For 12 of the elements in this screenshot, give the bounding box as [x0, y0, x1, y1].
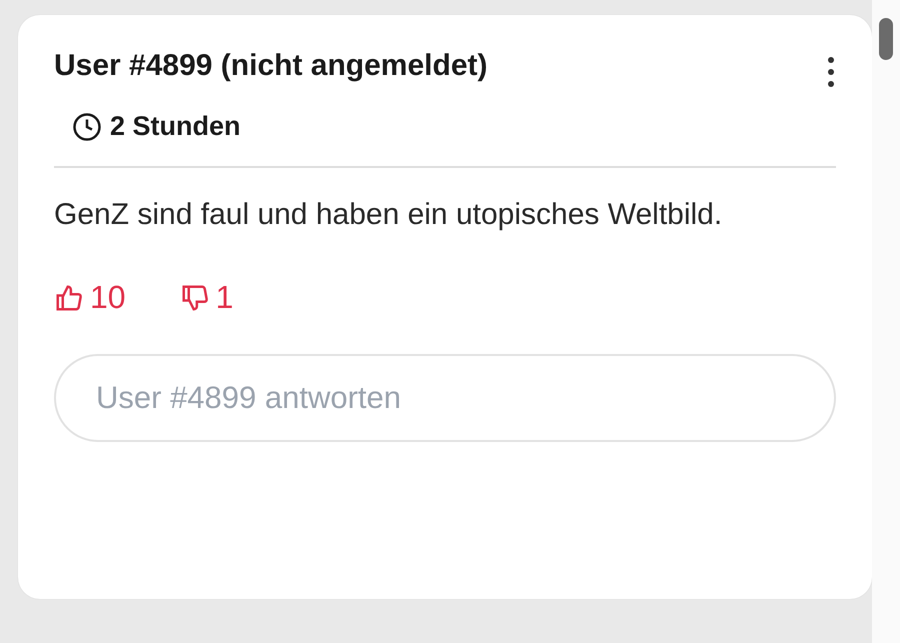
clock-icon — [72, 112, 102, 142]
dislike-button[interactable]: 1 — [180, 279, 234, 316]
comment-text: GenZ sind faul und haben ein utopisches Weltbild. — [54, 197, 724, 233]
comment-time: 2 Stunden — [110, 111, 241, 142]
scrollbar[interactable] — [872, 0, 900, 643]
reply-input-field[interactable]: User #4899 antworten — [54, 354, 836, 442]
thumbs-up-icon — [54, 282, 84, 312]
comment-author: User #4899 (nicht angemeldet) — [54, 49, 488, 83]
like-button[interactable]: 10 — [54, 279, 126, 316]
more-options-icon[interactable] — [826, 55, 836, 89]
thumbs-down-icon — [180, 282, 210, 312]
scrollbar-thumb[interactable] — [879, 18, 893, 60]
